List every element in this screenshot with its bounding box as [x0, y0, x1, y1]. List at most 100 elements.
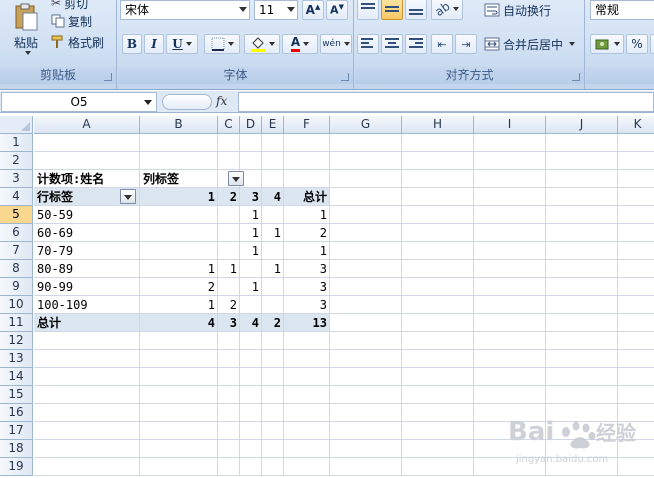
row-header-7[interactable]: 7 — [0, 242, 33, 260]
row-header-2[interactable]: 2 — [0, 152, 33, 170]
row-labels-filter-icon[interactable] — [120, 189, 136, 204]
font-size-dropdown-icon[interactable] — [287, 7, 295, 12]
pivot-column-total[interactable]: 4 — [140, 314, 218, 332]
row-header-19[interactable]: 19 — [0, 458, 33, 476]
pivot-value-cell[interactable] — [140, 224, 218, 242]
row-header-18[interactable]: 18 — [0, 440, 33, 458]
pivot-value-cell[interactable] — [218, 206, 240, 224]
percent-style-button[interactable]: % — [626, 34, 648, 54]
pivot-row-label[interactable]: 60-69 — [34, 224, 140, 242]
pivot-value-cell[interactable]: 1 — [218, 260, 240, 278]
merge-center-button[interactable]: 合并后居中 — [483, 34, 576, 54]
orientation-dropdown-icon[interactable] — [452, 7, 459, 11]
underline-button[interactable]: U — [166, 34, 198, 54]
pivot-row-label[interactable]: 80-89 — [34, 260, 140, 278]
orientation-button[interactable]: ab — [431, 0, 463, 20]
insert-function-icon[interactable]: fx — [216, 94, 227, 108]
pivot-grand-total-label[interactable]: 总计 — [34, 314, 140, 332]
select-all-corner[interactable] — [0, 116, 33, 134]
row-header-1[interactable]: 1 — [0, 134, 33, 152]
pivot-row-label[interactable]: 50-59 — [34, 206, 140, 224]
row-header-17[interactable]: 17 — [0, 422, 33, 440]
pivot-value-cell[interactable]: 2 — [140, 278, 218, 296]
pivot-value-cell[interactable]: 1 — [140, 260, 218, 278]
column-header-e[interactable]: E — [262, 116, 284, 134]
pivot-row-total[interactable]: 2 — [284, 224, 330, 242]
pivot-value-cell[interactable] — [140, 242, 218, 260]
fill-color-button[interactable] — [244, 34, 280, 54]
font-color-dropdown-icon[interactable] — [303, 42, 310, 46]
pivot-value-cell[interactable]: 1 — [262, 224, 284, 242]
align-right-button[interactable] — [405, 34, 427, 54]
align-top-button[interactable] — [357, 0, 379, 20]
pivot-value-cell[interactable]: 1 — [240, 206, 262, 224]
border-button[interactable] — [204, 34, 240, 54]
wrap-text-button[interactable]: 自动换行 — [483, 0, 552, 20]
phonetic-button[interactable]: wén — [320, 34, 352, 54]
row-header-10[interactable]: 10 — [0, 296, 33, 314]
paste-button[interactable]: 粘贴 — [4, 0, 48, 60]
column-header-j[interactable]: J — [546, 116, 618, 134]
pivot-column-key[interactable]: 3 — [240, 188, 262, 206]
row-header-14[interactable]: 14 — [0, 368, 33, 386]
paste-dropdown-icon[interactable] — [24, 50, 31, 55]
row-header-13[interactable]: 13 — [0, 350, 33, 368]
pivot-value-cell[interactable]: 1 — [240, 224, 262, 242]
pivot-value-cell[interactable] — [262, 296, 284, 314]
row-header-5[interactable]: 5 — [0, 206, 33, 224]
pivot-column-total[interactable]: 2 — [262, 314, 284, 332]
underline-dropdown-icon[interactable] — [185, 42, 192, 46]
pivot-value-cell[interactable] — [262, 242, 284, 260]
row-header-3[interactable]: 3 — [0, 170, 33, 188]
name-box-dropdown-icon[interactable] — [144, 100, 152, 105]
accounting-dropdown-icon[interactable] — [613, 42, 620, 46]
pivot-value-cell[interactable]: 1 — [140, 296, 218, 314]
column-labels-filter-icon[interactable] — [228, 171, 244, 186]
border-dropdown-icon[interactable] — [227, 42, 234, 46]
row-header-12[interactable]: 12 — [0, 332, 33, 350]
pivot-row-total[interactable]: 3 — [284, 260, 330, 278]
pivot-column-key[interactable]: 1 — [140, 188, 218, 206]
merge-center-dropdown-icon[interactable] — [569, 42, 576, 46]
format-painter-button[interactable]: 格式刷 — [50, 33, 105, 51]
font-name-dropdown-icon[interactable] — [239, 7, 247, 12]
name-box[interactable]: O5 — [1, 92, 157, 112]
pivot-value-cell[interactable] — [240, 260, 262, 278]
pivot-column-key[interactable]: 4 — [262, 188, 284, 206]
number-format-combo[interactable]: 常规 — [590, 0, 654, 20]
align-middle-button[interactable] — [381, 0, 403, 20]
accounting-format-button[interactable] — [590, 34, 624, 54]
row-header-8[interactable]: 8 — [0, 260, 33, 278]
pivot-column-total[interactable]: 4 — [240, 314, 262, 332]
pivot-row-total[interactable]: 1 — [284, 206, 330, 224]
font-size-combo[interactable]: 11 — [254, 0, 298, 20]
copy-button[interactable]: 复制 — [50, 12, 93, 30]
pivot-column-total[interactable]: 3 — [218, 314, 240, 332]
column-header-h[interactable]: H — [402, 116, 474, 134]
align-center-button[interactable] — [381, 34, 403, 54]
alignment-launcher-icon[interactable] — [572, 73, 580, 81]
pivot-value-cell[interactable] — [240, 296, 262, 314]
column-header-b[interactable]: B — [140, 116, 218, 134]
pivot-row-label[interactable]: 90-99 — [34, 278, 140, 296]
clipboard-launcher-icon[interactable] — [104, 73, 112, 81]
bold-button[interactable]: B — [122, 34, 142, 54]
column-header-d[interactable]: D — [240, 116, 262, 134]
pivot-grand-total-value[interactable]: 13 — [284, 314, 330, 332]
pivot-value-cell[interactable]: 1 — [262, 260, 284, 278]
font-launcher-icon[interactable] — [341, 73, 349, 81]
italic-button[interactable]: I — [144, 34, 164, 54]
row-header-9[interactable]: 9 — [0, 278, 33, 296]
decrease-indent-button[interactable]: ⇤ — [431, 34, 453, 54]
align-left-button[interactable] — [357, 34, 379, 54]
row-header-4[interactable]: 4 — [0, 188, 33, 206]
row-header-11[interactable]: 11 — [0, 314, 33, 332]
pivot-value-cell[interactable] — [262, 278, 284, 296]
pivot-row-label[interactable]: 100-109 — [34, 296, 140, 314]
comma-style-button[interactable]: , — [650, 34, 654, 54]
pivot-value-cell[interactable] — [218, 242, 240, 260]
pivot-value-cell[interactable]: 1 — [240, 242, 262, 260]
increase-indent-button[interactable]: ⇥ — [455, 34, 477, 54]
fill-color-dropdown-icon[interactable] — [268, 42, 275, 46]
pivot-value-cell[interactable] — [218, 278, 240, 296]
